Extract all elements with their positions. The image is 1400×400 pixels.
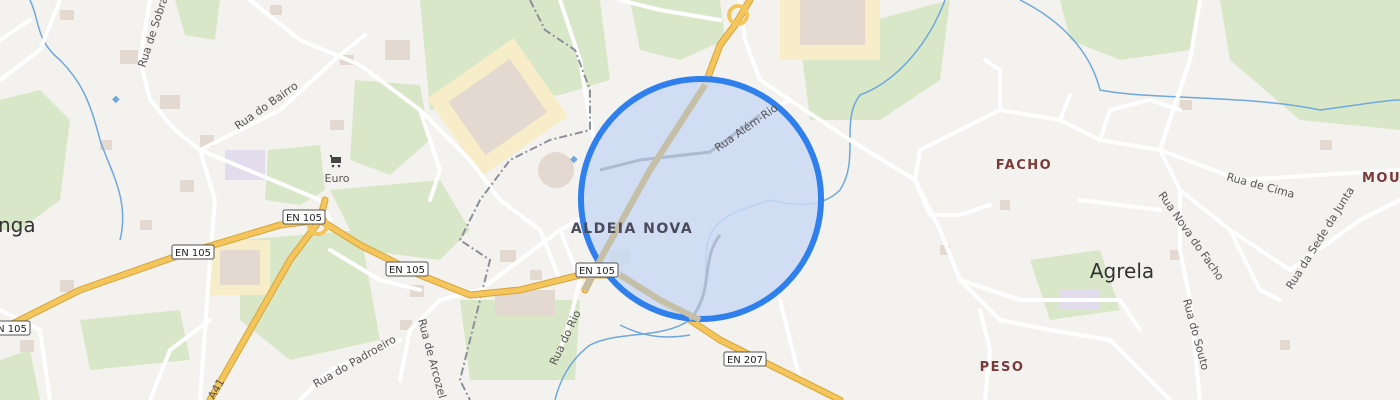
place-label-mou: MOU xyxy=(1362,171,1400,186)
street-label: Rua de Sobra xyxy=(135,0,170,69)
street-label: Rua de Arcozel xyxy=(415,317,449,399)
place-label-facho: FACHO xyxy=(996,158,1052,173)
park-area xyxy=(350,80,430,175)
park-area xyxy=(175,0,220,40)
park-area xyxy=(0,90,70,230)
road-shield-en105: EN 105 xyxy=(575,262,619,278)
street-label: Rua Nova do Facho xyxy=(1156,189,1227,283)
water-drop-icon: ◆ xyxy=(112,94,120,105)
park-area xyxy=(1220,0,1400,130)
place-label-peso: PESO xyxy=(980,360,1025,375)
svg-text:EN 207: EN 207 xyxy=(727,355,763,366)
shopping-cart-icon xyxy=(330,155,341,168)
svg-text:EN 105: EN 105 xyxy=(286,213,322,224)
search-radius-circle[interactable] xyxy=(578,76,824,322)
svg-text:EN 105: EN 105 xyxy=(389,265,425,276)
road-shield-en105: EN 105 xyxy=(282,209,326,225)
park-area xyxy=(265,145,325,205)
park-area xyxy=(80,310,190,370)
map-view[interactable]: EN 105 EN 105 EN 105 EN 105 N 105 EN 207… xyxy=(0,0,1400,400)
street-label: Rua da Sede da Junta xyxy=(1284,185,1358,292)
road-shield-en105: N 105 xyxy=(0,320,31,336)
map-canvas[interactable]: EN 105 EN 105 EN 105 EN 105 N 105 EN 207… xyxy=(0,0,1400,400)
place-label-agrela: Agrela xyxy=(1090,259,1154,283)
park-area xyxy=(0,350,40,400)
road-shield-en105: EN 105 xyxy=(171,244,215,260)
place-label-aldeia-nova: ALDEIA NOVA xyxy=(571,221,693,237)
water-drop-icon: ◆ xyxy=(570,154,578,165)
poi-euro[interactable]: Euro xyxy=(325,155,350,185)
svg-text:N 105: N 105 xyxy=(0,324,27,335)
road-shield-en207: EN 207 xyxy=(723,351,767,367)
svg-text:EN 105: EN 105 xyxy=(579,266,615,277)
road-shield-en105: EN 105 xyxy=(385,261,429,277)
place-label-nga: nga xyxy=(0,213,36,237)
park-area xyxy=(1060,0,1200,60)
svg-text:EN 105: EN 105 xyxy=(175,248,211,259)
poi-label: Euro xyxy=(325,172,350,185)
street-label: Rua de Cima xyxy=(1225,170,1296,201)
park-area xyxy=(630,0,725,60)
street-label: Rua do Bairro xyxy=(232,79,300,132)
